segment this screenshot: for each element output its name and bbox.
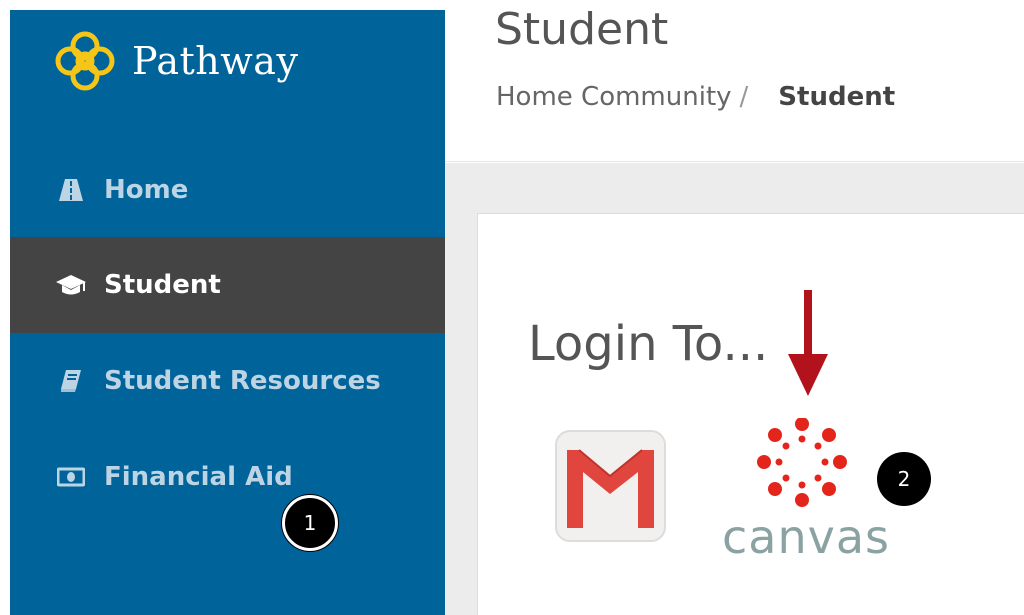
canvas-logo-icon [757,418,847,507]
brand-logo[interactable]: Pathway [52,28,298,94]
pathway-knot-logo-icon [55,31,115,91]
canvas-label: canvas [722,510,891,564]
page-title: Student [495,4,669,55]
gmail-icon [555,430,666,542]
canvas-login-button[interactable]: canvas [722,418,889,564]
road-icon [54,173,88,207]
sidebar-item-student[interactable]: Student 1 [10,237,445,551]
money-icon [54,460,88,494]
step-2-callout: 2 [877,452,931,506]
breadcrumb-link-home-community[interactable]: Home Community [496,82,732,112]
login-heading: Login To... [528,316,769,372]
gmail-login-button[interactable] [553,428,668,544]
sidebar-item-financial-aid[interactable]: Financial Aid [10,429,445,525]
page-header: Student Home Community / Student [445,0,1024,162]
breadcrumb-separator: / [739,82,749,112]
graduation-cap-icon [54,268,88,302]
breadcrumb: Home Community / Student [496,82,895,112]
sidebar-item-label: Student Resources [104,366,381,396]
annotation-arrow-icon [788,290,828,396]
sidebar-item-student-resources[interactable]: Student Resources [10,333,445,429]
sidebar-item-label: Home [104,175,189,205]
sidebar-item-label: Student [104,270,221,300]
sidebar-item-home[interactable]: Home [10,142,445,238]
breadcrumb-current: Student [778,82,896,112]
sidebar-item-label: Financial Aid [104,462,293,492]
sidebar: Pathway Home Student 1 Student Resources… [10,10,445,615]
book-icon [54,364,88,398]
brand-name: Pathway [132,39,299,83]
